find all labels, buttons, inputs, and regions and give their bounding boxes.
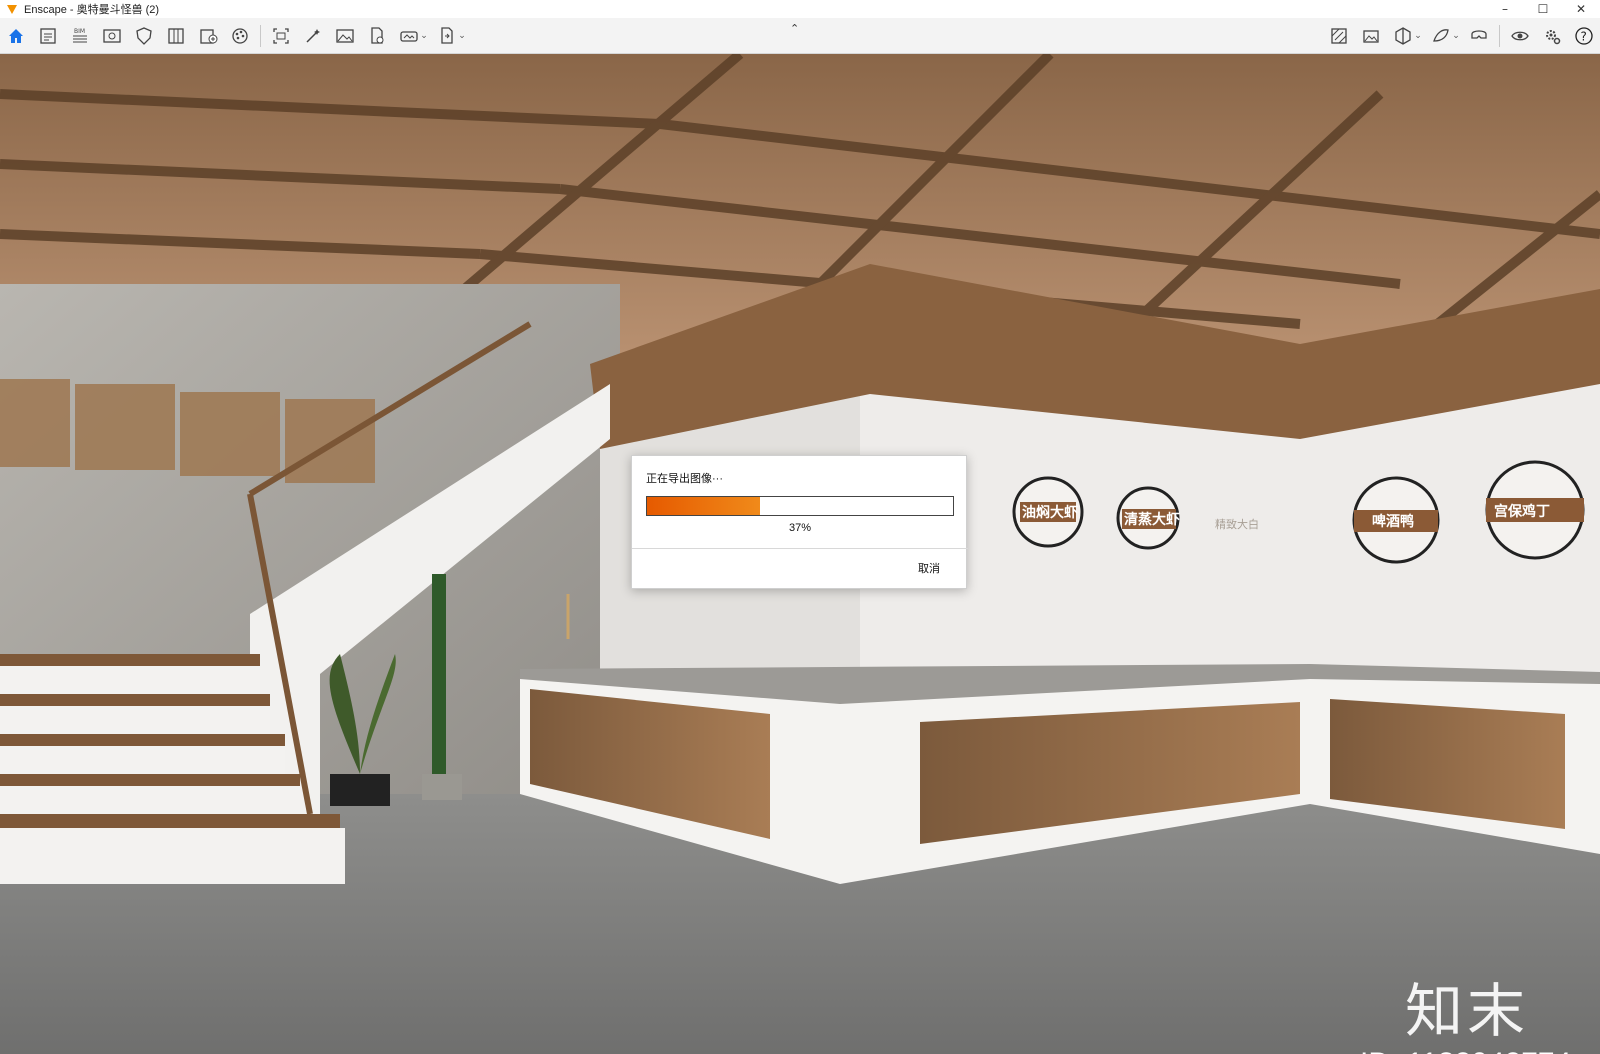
batch-icon[interactable] [297,21,329,51]
export-status-message: 正在导出图像··· [646,473,723,485]
gallery-icon[interactable] [1355,21,1387,51]
toolbar: BIM ⌄ ⌄ ⌄ ⌄ ? [0,18,1600,54]
maximize-button[interactable]: ☐ [1524,0,1562,18]
palette-icon[interactable] [224,21,256,51]
progress-fill [647,497,761,515]
settings-icon[interactable] [1536,21,1568,51]
svg-text:?: ? [1581,29,1587,43]
toolbar-separator-right [1499,24,1500,47]
export-icon[interactable] [361,21,393,51]
home-icon[interactable] [0,21,32,51]
columns-icon[interactable] [160,21,192,51]
help-icon[interactable]: ? [1568,21,1600,51]
export-progress-dialog: 正在导出图像··· 37% 取消 [631,455,968,589]
progress-percent: 37% [788,522,812,534]
svg-text:啤酒鸭: 啤酒鸭 [1372,513,1414,530]
svg-text:清蒸大虾: 清蒸大虾 [1124,511,1180,528]
vr-icon[interactable] [1463,21,1495,51]
views-icon[interactable] [96,21,128,51]
asset-icon[interactable] [1425,21,1457,51]
export-progress-bar [646,496,954,516]
image-icon[interactable] [329,21,361,51]
dialog-divider [632,548,968,549]
close-button[interactable]: ✕ [1562,0,1600,18]
svg-text:宫保鸡丁: 宫保鸡丁 [1494,503,1550,520]
panorama-icon[interactable] [393,21,425,51]
watermark-id: ID: 1182042774 [1360,1047,1571,1054]
bim-icon[interactable]: BIM [64,21,96,51]
cube-icon[interactable] [1387,21,1419,51]
cancel-button[interactable]: 取消 [918,560,940,576]
svg-text:BIM: BIM [74,28,85,35]
watermark-logo: 知末 [1405,977,1530,1045]
svg-text:油焖大虾: 油焖大虾 [1022,504,1078,521]
eye-icon[interactable] [1504,21,1536,51]
enscape-logo-icon [7,5,17,14]
map-icon[interactable] [1323,21,1355,51]
minimize-button[interactable]: – [1486,0,1524,18]
collapse-toolbar-chevron-up-icon[interactable]: ⌃ [790,22,799,35]
shield-icon[interactable] [128,21,160,51]
svg-text:精致大白: 精致大白 [1215,517,1259,531]
screenshot-icon[interactable] [265,21,297,51]
window-title: Enscape - 奥特曼斗怪兽 (2) [24,4,160,16]
title-bar: Enscape - 奥特曼斗怪兽 (2) – ☐ ✕ [0,0,1600,18]
toolbar-separator [260,24,261,47]
upload-icon[interactable] [192,21,224,51]
document-icon[interactable] [32,21,64,51]
file-export-icon[interactable] [431,21,463,51]
